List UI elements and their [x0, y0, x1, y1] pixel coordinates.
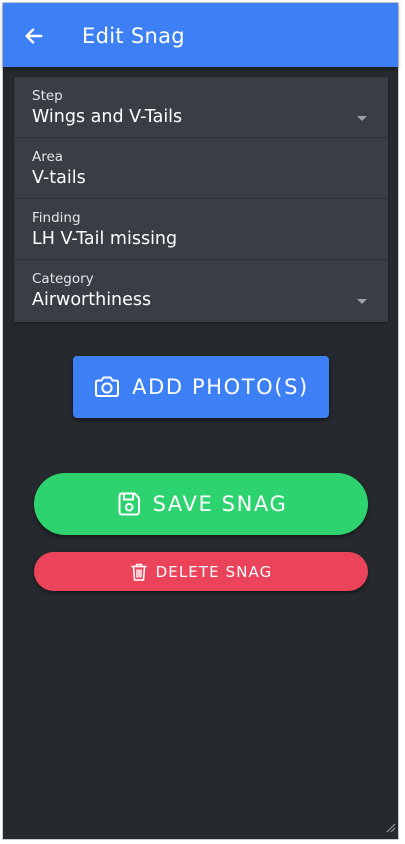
- add-photo-label: ADD PHOTO(S): [132, 375, 309, 399]
- add-photo-button[interactable]: ADD PHOTO(S): [73, 356, 329, 418]
- camera-icon: [93, 375, 121, 399]
- category-label: Category: [32, 271, 94, 287]
- arrow-left-icon: [25, 28, 43, 44]
- delete-snag-label: DELETE SNAG: [155, 562, 273, 581]
- category-select[interactable]: Category Airworthiness: [14, 260, 388, 322]
- area-value: V-tails: [32, 168, 86, 188]
- area-label: Area: [32, 149, 64, 165]
- resize-grip-icon[interactable]: [384, 818, 396, 837]
- snag-form: Step Wings and V-Tails Area V-tails Find…: [14, 77, 388, 322]
- save-snag-label: SAVE SNAG: [152, 492, 288, 516]
- dropdown-caret-icon: [357, 116, 367, 121]
- page-title: Edit Snag: [82, 24, 185, 48]
- app-window: Edit Snag Step Wings and V-Tails Area V-…: [2, 2, 399, 840]
- app-header: Edit Snag: [3, 3, 398, 67]
- trash-icon: [130, 562, 148, 582]
- finding-value: LH V-Tail missing: [32, 229, 178, 249]
- category-value: Airworthiness: [32, 290, 152, 310]
- step-label: Step: [32, 88, 63, 104]
- back-button[interactable]: [21, 23, 47, 49]
- finding-input[interactable]: Finding LH V-Tail missing: [14, 199, 388, 260]
- step-value: Wings and V-Tails: [32, 107, 183, 127]
- dropdown-caret-icon: [357, 299, 367, 304]
- step-select[interactable]: Step Wings and V-Tails: [14, 77, 388, 138]
- area-input[interactable]: Area V-tails: [14, 138, 388, 199]
- finding-label: Finding: [32, 210, 81, 226]
- delete-snag-button[interactable]: DELETE SNAG: [34, 552, 368, 591]
- save-snag-button[interactable]: SAVE SNAG: [34, 473, 368, 535]
- floppy-disk-icon: [115, 490, 143, 518]
